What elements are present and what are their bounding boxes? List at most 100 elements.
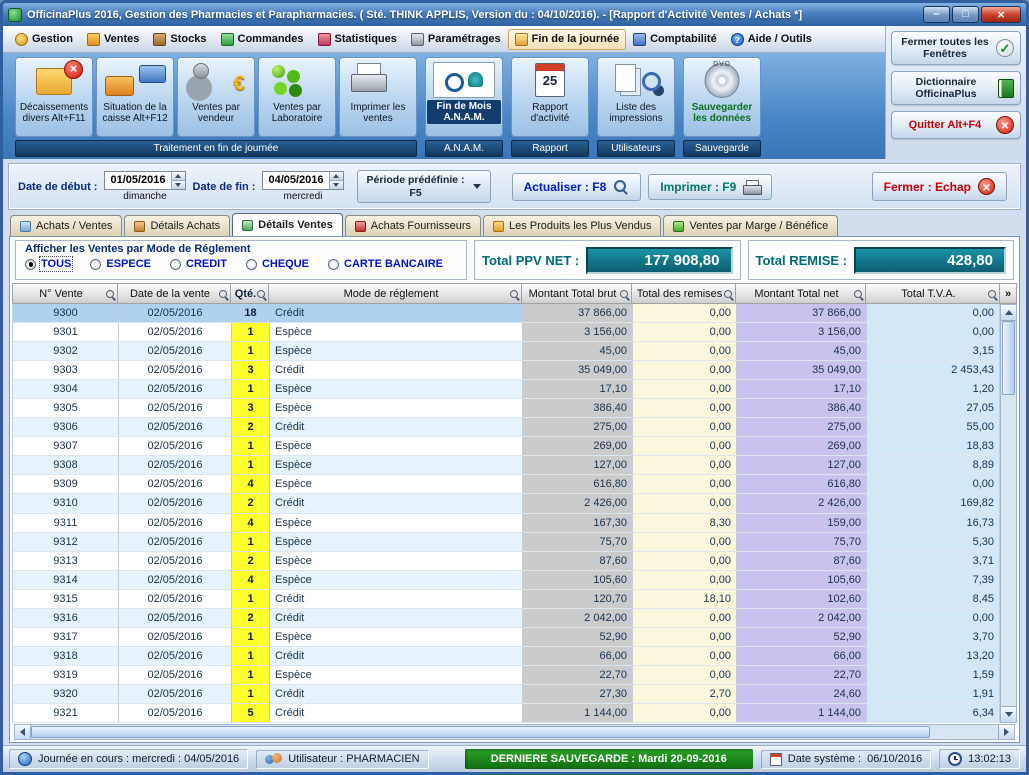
dictionnaire-officinaplus-button[interactable]: Dictionnaire OfficinaPlus: [891, 71, 1021, 105]
table-row[interactable]: 930102/05/20161Espèce3 156,000,003 156,0…: [13, 323, 1000, 342]
column-header-5[interactable]: Total des remises: [632, 283, 736, 304]
cell: 9308: [13, 456, 119, 475]
table-row[interactable]: 931902/05/20161Espèce22,700,0022,701,59: [13, 666, 1000, 685]
close-button[interactable]: [981, 6, 1021, 23]
refresh-button[interactable]: Actualiser : F8: [512, 173, 642, 201]
table-row[interactable]: 931602/05/20162Crédit2 042,000,002 042,0…: [13, 609, 1000, 628]
radio-option-tous[interactable]: TOUS: [25, 258, 71, 270]
toolbar-button-situation-caisse[interactable]: Situation de la caisse Alt+F12: [96, 57, 174, 137]
toolbar-button-ventes-par-vendeur[interactable]: Ventes par vendeur: [177, 57, 255, 137]
table-row[interactable]: 932002/05/20161Crédit27,302,7024,601,91: [13, 685, 1000, 704]
table-row[interactable]: 930202/05/20161Espèce45,000,0045,003,15: [13, 342, 1000, 361]
toolbar-button-decaissements-divers[interactable]: Décaissements divers Alt+F11: [15, 57, 93, 137]
toolbar-button-sauvegarder-les-donnees[interactable]: Sauvegarder les données: [683, 57, 761, 137]
table-row[interactable]: 931402/05/20164Espèce105,600,00105,607,3…: [13, 571, 1000, 590]
scroll-left-button[interactable]: [15, 725, 31, 739]
columns-overflow-indicator[interactable]: »: [1000, 283, 1017, 304]
quitter-button[interactable]: Quitter Alt+F4: [891, 111, 1021, 139]
scroll-right-button[interactable]: [998, 725, 1014, 739]
menu-item-comptabilite[interactable]: Comptabilité: [626, 29, 724, 50]
details-achats-icon: [134, 221, 145, 232]
toolbar-button-ventes-par-laboratoire[interactable]: Ventes par Laboratoire: [258, 57, 336, 137]
column-header-6[interactable]: Montant Total net: [736, 283, 866, 304]
table-row[interactable]: 931302/05/20162Espèce87,600,0087,603,71: [13, 552, 1000, 571]
table-row[interactable]: 931702/05/20161Espèce52,900,0052,903,70: [13, 628, 1000, 647]
predefined-period-select[interactable]: Période prédéfinie : F5: [357, 170, 491, 203]
table-row[interactable]: 930902/05/20164Espèce616,800,00616,800,0…: [13, 475, 1000, 494]
menu-item-fin-de-la-journee[interactable]: Fin de la journée: [508, 29, 626, 50]
table-row[interactable]: 930302/05/20163Crédit35 049,000,0035 049…: [13, 361, 1000, 380]
column-search-icon[interactable]: [724, 290, 732, 298]
horizontal-scroll-track[interactable]: [31, 725, 998, 739]
spinner-down-icon[interactable]: [172, 181, 185, 189]
scroll-down-button[interactable]: [1001, 706, 1016, 722]
radio-option-credit[interactable]: CREDIT: [170, 258, 227, 270]
table-row[interactable]: 932102/05/20165Crédit1 144,000,001 144,0…: [13, 704, 1000, 723]
column-header-7[interactable]: Total T.V.A.: [866, 283, 1000, 304]
column-search-icon[interactable]: [620, 290, 628, 298]
scroll-up-button[interactable]: [1001, 305, 1016, 321]
toolbar-button-liste-des-impressions[interactable]: Liste des impressions: [597, 57, 675, 137]
vertical-scrollbar[interactable]: [1000, 304, 1017, 723]
cell: 9314: [13, 571, 119, 590]
column-search-icon[interactable]: [106, 290, 114, 298]
column-search-icon[interactable]: [988, 290, 996, 298]
column-search-icon[interactable]: [854, 290, 862, 298]
menu-item-aide-outils[interactable]: Aide / Outils: [724, 29, 819, 50]
column-header-1[interactable]: Date de la vente: [118, 283, 231, 304]
toolbar-button-fin-de-mois-anam[interactable]: Fin de Mois A.N.A.M.: [425, 57, 503, 137]
print-button[interactable]: Imprimer : F9: [648, 174, 772, 200]
vertical-scroll-track[interactable]: [1001, 321, 1016, 706]
close-report-button[interactable]: Fermer : Echap: [872, 172, 1007, 201]
table-row[interactable]: 931502/05/20161Crédit120,7018,10102,608,…: [13, 590, 1000, 609]
toolbar-button-imprimer-les-ventes[interactable]: Imprimer les ventes: [339, 57, 417, 137]
table-row[interactable]: 931102/05/20164Espèce167,308,30159,0016,…: [13, 514, 1000, 533]
table-row[interactable]: 931802/05/20161Crédit66,000,0066,0013,20: [13, 647, 1000, 666]
tab-details-achats[interactable]: Détails Achats: [124, 215, 230, 236]
spinner-up-icon[interactable]: [172, 172, 185, 181]
table-row[interactable]: 930402/05/20161Espèce17,100,0017,101,20: [13, 380, 1000, 399]
cell: 0,00: [867, 304, 1000, 323]
cell: 0,00: [633, 704, 737, 723]
fermer-toutes-les-fenetres-button[interactable]: Fermer toutes les Fenêtres: [891, 31, 1021, 65]
tab-produits-plus-vendus[interactable]: Les Produits les Plus Vendus: [483, 215, 661, 236]
radio-option-espece[interactable]: ESPECE: [90, 258, 151, 270]
horizontal-scrollbar[interactable]: [14, 724, 1015, 740]
column-header-0[interactable]: N° Vente: [12, 283, 118, 304]
tab-achats-fournisseurs[interactable]: Achats Fournisseurs: [345, 215, 481, 236]
maximize-button[interactable]: [952, 6, 979, 23]
tab-details-ventes[interactable]: Détails Ventes: [232, 213, 343, 236]
menu-item-parametrages[interactable]: Paramétrages: [404, 29, 508, 50]
date-start-input[interactable]: 01/05/2016: [104, 171, 185, 190]
menu-item-commandes[interactable]: Commandes: [214, 29, 311, 50]
tab-achats-ventes[interactable]: Achats / Ventes: [10, 215, 122, 236]
column-header-3[interactable]: Mode de réglement: [269, 283, 522, 304]
column-search-icon[interactable]: [219, 290, 227, 298]
toolbar-button-rapport-activite[interactable]: Rapport d'activité: [511, 57, 589, 137]
menu-item-ventes[interactable]: Ventes: [80, 29, 146, 50]
radio-option-cheque[interactable]: CHEQUE: [246, 258, 309, 270]
table-row[interactable]: 931002/05/20162Crédit2 426,000,002 426,0…: [13, 494, 1000, 513]
column-search-icon[interactable]: [257, 290, 265, 298]
minimize-button[interactable]: [923, 6, 950, 23]
column-header-2[interactable]: Qté.: [231, 283, 269, 304]
table-row[interactable]: 930002/05/201618Crédit37 866,000,0037 86…: [13, 304, 1000, 323]
table-row[interactable]: 930502/05/20163Espèce386,400,00386,4027,…: [13, 399, 1000, 418]
table-row[interactable]: 931202/05/20161Espèce75,700,0075,705,30: [13, 533, 1000, 552]
cell: Espèce: [270, 628, 523, 647]
date-end-input[interactable]: 04/05/2016: [262, 171, 343, 190]
radio-option-carte-bancaire[interactable]: CARTE BANCAIRE: [328, 258, 443, 270]
table-row[interactable]: 930702/05/20161Espèce269,000,00269,0018,…: [13, 437, 1000, 456]
spinner-down-icon[interactable]: [330, 181, 343, 189]
table-row[interactable]: 930802/05/20161Espèce127,000,00127,008,8…: [13, 456, 1000, 475]
menu-item-statistiques[interactable]: Statistiques: [311, 29, 404, 50]
spinner-up-icon[interactable]: [330, 172, 343, 181]
vertical-scroll-thumb[interactable]: [1002, 321, 1015, 395]
table-row[interactable]: 930602/05/20162Crédit275,000,00275,0055,…: [13, 418, 1000, 437]
column-search-icon[interactable]: [510, 290, 518, 298]
tab-ventes-marge-benefice[interactable]: Ventes par Marge / Bénéfice: [663, 215, 838, 236]
horizontal-scroll-thumb[interactable]: [31, 726, 930, 738]
menu-item-gestion[interactable]: Gestion: [8, 29, 80, 50]
column-header-4[interactable]: Montant Total brut: [522, 283, 632, 304]
menu-item-stocks[interactable]: Stocks: [146, 29, 213, 50]
